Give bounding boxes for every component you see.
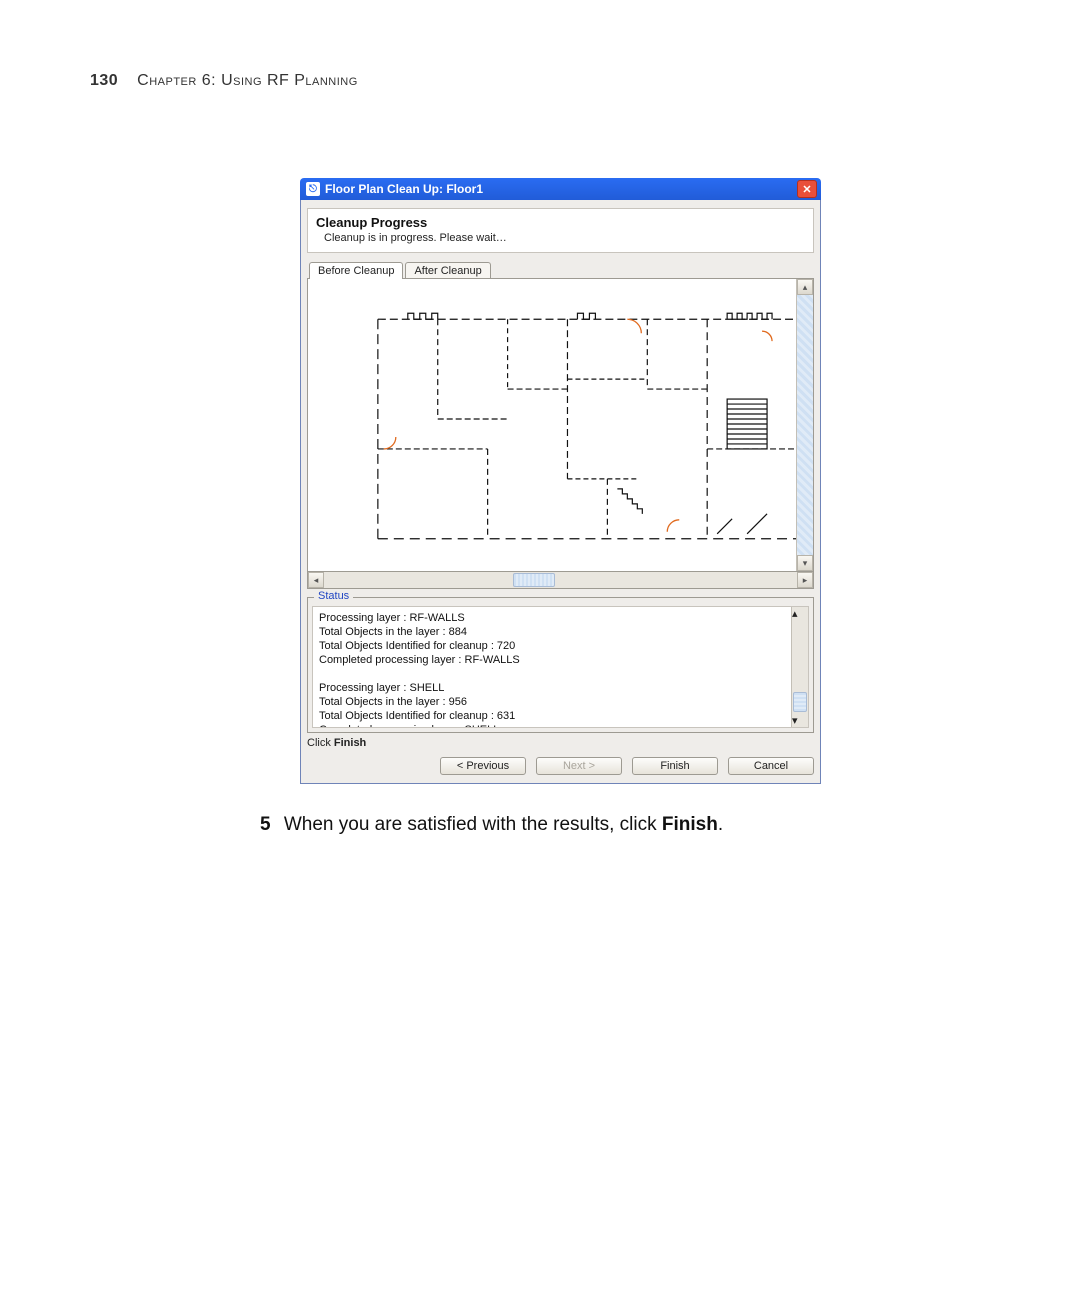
progress-subheading: Cleanup is in progress. Please wait…: [324, 232, 805, 244]
document-step-5: 5 When you are satisfied with the result…: [260, 814, 990, 836]
window-title: Floor Plan Clean Up: Floor1: [325, 182, 797, 196]
previous-button[interactable]: < Previous: [440, 757, 526, 775]
canvas-vertical-scrollbar[interactable]: ▴ ▾: [796, 279, 813, 571]
scroll-track[interactable]: [792, 620, 808, 714]
close-icon: ✕: [802, 183, 811, 196]
tab-after-cleanup[interactable]: After Cleanup: [405, 262, 490, 279]
tab-bar: Before Cleanup After Cleanup: [309, 261, 814, 278]
scroll-left-icon[interactable]: ◂: [308, 572, 324, 588]
status-legend: Status: [314, 590, 353, 602]
status-textbox[interactable]: Processing layer : RF-WALLS Total Object…: [312, 606, 809, 728]
close-button[interactable]: ✕: [797, 180, 817, 198]
finish-button[interactable]: Finish: [632, 757, 718, 775]
scroll-thumb[interactable]: [793, 692, 807, 712]
instruction-bold: Finish: [334, 737, 366, 749]
instruction-prefix: Click: [307, 737, 334, 749]
scroll-thumb[interactable]: [513, 573, 555, 587]
dialog-body: Cleanup Progress Cleanup is in progress.…: [300, 200, 821, 784]
scroll-track[interactable]: [797, 295, 813, 555]
tab-before-cleanup[interactable]: Before Cleanup: [309, 262, 403, 279]
canvas-horizontal-scrollbar[interactable]: ◂ ▸: [307, 572, 814, 589]
scroll-track[interactable]: [324, 572, 797, 588]
status-fieldset: Status Processing layer : RF-WALLS Total…: [307, 597, 814, 733]
cancel-button[interactable]: Cancel: [728, 757, 814, 775]
next-button: Next >: [536, 757, 622, 775]
scroll-down-icon[interactable]: ▾: [797, 555, 813, 571]
step-text-before: When you are satisfied with the results,…: [284, 814, 662, 835]
floorplan-drawing: [308, 279, 797, 571]
document-page: 130 Chapter 6: Using RF Planning ⎋ Floor…: [0, 0, 1080, 1296]
title-bar[interactable]: ⎋ Floor Plan Clean Up: Floor1 ✕: [300, 178, 821, 200]
scroll-up-icon[interactable]: ▴: [797, 279, 813, 295]
floorplan-canvas[interactable]: ▴ ▾: [307, 278, 814, 572]
heading-panel: Cleanup Progress Cleanup is in progress.…: [307, 208, 814, 253]
instruction-text: Click Finish: [307, 737, 814, 749]
status-log: Processing layer : RF-WALLS Total Object…: [313, 607, 808, 728]
step-number: 5: [260, 814, 271, 835]
scroll-down-icon[interactable]: ▾: [792, 714, 808, 727]
page-number: 130: [90, 72, 118, 89]
chapter-title: Chapter 6: Using RF Planning: [137, 72, 358, 89]
step-text-bold: Finish: [662, 814, 718, 835]
page-header: 130 Chapter 6: Using RF Planning: [90, 72, 990, 90]
scroll-right-icon[interactable]: ▸: [797, 572, 813, 588]
step-text-after: .: [718, 814, 723, 835]
scroll-up-icon[interactable]: ▴: [792, 607, 808, 620]
app-icon: ⎋: [306, 182, 320, 196]
wizard-button-row: < Previous Next > Finish Cancel: [307, 757, 814, 775]
status-vertical-scrollbar[interactable]: ▴ ▾: [791, 607, 808, 727]
progress-heading: Cleanup Progress: [316, 215, 805, 230]
dialog-window: ⎋ Floor Plan Clean Up: Floor1 ✕ Cleanup …: [300, 178, 821, 784]
